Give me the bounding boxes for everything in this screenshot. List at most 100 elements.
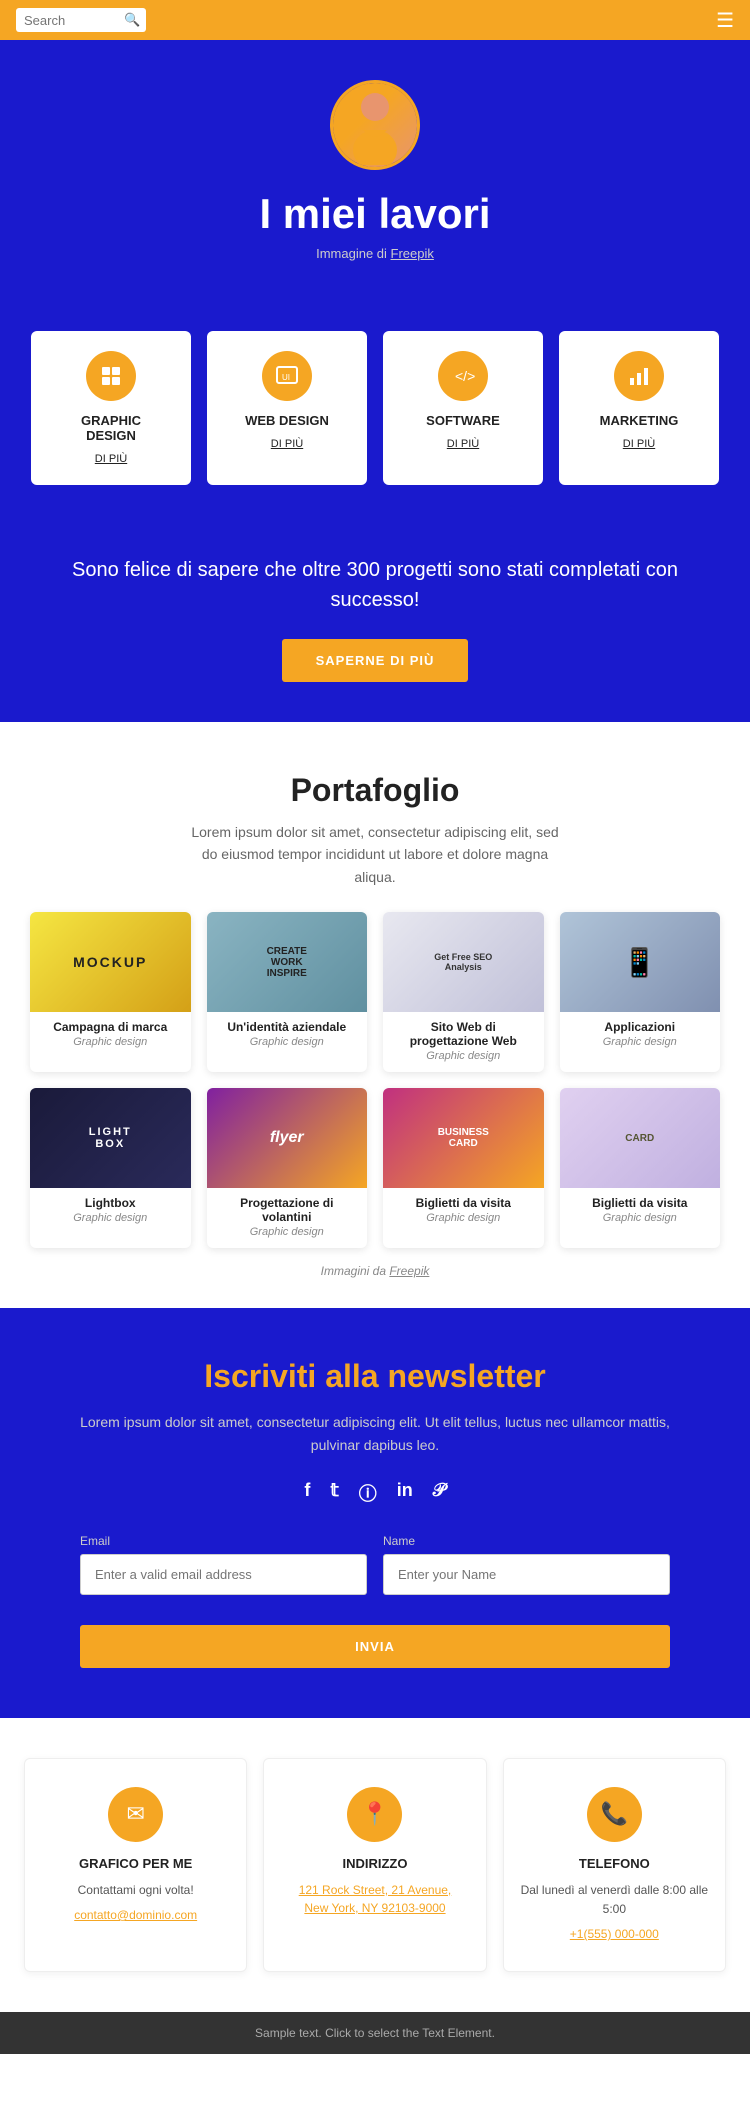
software-icon: </> [438,351,488,401]
newsletter-section: Iscriviti alla newsletter Lorem ipsum do… [0,1308,750,1718]
contact-email-text: Contattami ogni volta! [41,1881,230,1900]
hero-section: I miei lavori Immagine di Freepik [0,40,750,311]
avatar-image [333,83,417,167]
service-link-marketing[interactable]: DI PIÙ [575,438,703,450]
contact-email-link[interactable]: contatto@dominio.com [74,1908,197,1922]
portfolio-grid-row1: MOCKUP Campagna di marca Graphic design … [30,912,720,1072]
portfolio-item-3[interactable]: Get Free SEOAnalysis Sito Web di progett… [383,912,544,1072]
address-icon: 📍 [347,1787,402,1842]
name-group: Name [383,1534,670,1595]
portfolio-img-1: MOCKUP [30,912,191,1012]
contact-address-title: INDIRIZZO [280,1856,469,1871]
contact-section: ✉ GRAFICO PER ME Contattami ogni volta! … [0,1718,750,2012]
contact-email-title: GRAFICO PER ME [41,1856,230,1871]
web-design-icon: UI [262,351,312,401]
portfolio-title-2: Un'identità aziendale [207,1012,368,1036]
portfolio-item-8[interactable]: CARD Biglietti da visita Graphic design [560,1088,721,1248]
service-title-marketing: MARKETING [575,413,703,428]
twitter-icon[interactable]: 𝕥 [330,1480,338,1506]
portfolio-item-7[interactable]: BUSINESSCARD Biglietti da visita Graphic… [383,1088,544,1248]
service-card-graphic: GRAPHICDESIGN DI PIÙ [31,331,191,485]
name-input[interactable] [383,1554,670,1595]
portfolio-credit: Immagini da Freepik [30,1264,720,1278]
svg-text:UI: UI [282,373,290,382]
hero-subtitle: Immagine di Freepik [20,246,730,261]
newsletter-form: Email Name [80,1534,670,1595]
stats-section: Sono felice di sapere che oltre 300 prog… [0,525,750,722]
portfolio-img-3: Get Free SEOAnalysis [383,912,544,1012]
portfolio-title-7: Biglietti da visita [383,1188,544,1212]
contact-phone-title: TELEFONO [520,1856,709,1871]
linkedin-icon[interactable]: in [397,1480,413,1506]
svg-text:</>: </> [455,368,475,384]
portfolio-title-5: Lightbox [30,1188,191,1212]
email-input[interactable] [80,1554,367,1595]
portfolio-description: Lorem ipsum dolor sit amet, consectetur … [185,821,565,888]
footer-text: Sample text. Click to select the Text El… [255,2026,495,2040]
newsletter-title: Iscriviti alla newsletter [80,1358,670,1395]
service-link-graphic[interactable]: DI PIÙ [47,453,175,465]
contact-address-link[interactable]: 121 Rock Street, 21 Avenue,New York, NY … [299,1883,452,1915]
stats-text: Sono felice di sapere che oltre 300 prog… [60,555,690,615]
email-contact-icon: ✉ [108,1787,163,1842]
submit-button[interactable]: INVIA [80,1625,670,1668]
portfolio-title-8: Biglietti da visita [560,1188,721,1212]
service-card-web: UI WEB DESIGN DI PIÙ [207,331,367,485]
portfolio-subtitle-3: Graphic design [383,1050,544,1072]
search-box[interactable]: 🔍 [16,8,146,32]
portfolio-img-8: CARD [560,1088,721,1188]
freepik-portfolio-link[interactable]: Freepik [389,1264,429,1278]
name-label: Name [383,1534,670,1548]
portfolio-title-3: Sito Web di progettazione Web [383,1012,544,1050]
hero-title: I miei lavori [20,190,730,238]
graphic-design-icon [86,351,136,401]
service-card-software: </> SOFTWARE DI PIÙ [383,331,543,485]
contact-card-phone: 📞 TELEFONO Dal lunedì al venerdì dalle 8… [503,1758,726,1972]
portfolio-subtitle-5: Graphic design [30,1212,191,1234]
facebook-icon[interactable]: f [304,1480,310,1506]
service-title-software: SOFTWARE [399,413,527,428]
service-card-marketing: MARKETING DI PIÙ [559,331,719,485]
portfolio-title-1: Campagna di marca [30,1012,191,1036]
contact-card-address: 📍 INDIRIZZO 121 Rock Street, 21 Avenue,N… [263,1758,486,1972]
portfolio-item-1[interactable]: MOCKUP Campagna di marca Graphic design [30,912,191,1072]
portfolio-subtitle-7: Graphic design [383,1212,544,1234]
portfolio-item-6[interactable]: flyer Progettazione di volantini Graphic… [207,1088,368,1248]
service-link-software[interactable]: DI PIÙ [399,438,527,450]
email-group: Email [80,1534,367,1595]
portfolio-item-5[interactable]: LIGHTBOX Lightbox Graphic design [30,1088,191,1248]
pinterest-icon[interactable]: 𝒫 [433,1480,446,1506]
freepik-link[interactable]: Freepik [391,246,434,261]
avatar [330,80,420,170]
newsletter-description: Lorem ipsum dolor sit amet, consectetur … [80,1411,670,1456]
email-label: Email [80,1534,367,1548]
contact-phone-text: Dal lunedì al venerdì dalle 8:00 alle 5:… [520,1881,709,1919]
portfolio-title-6: Progettazione di volantini [207,1188,368,1226]
portfolio-item-4[interactable]: 📱 Applicazioni Graphic design [560,912,721,1072]
service-title-graphic: GRAPHICDESIGN [47,413,175,443]
hamburger-menu[interactable]: ☰ [716,8,734,33]
service-title-web: WEB DESIGN [223,413,351,428]
search-input[interactable] [24,13,124,28]
portfolio-subtitle-6: Graphic design [207,1226,368,1248]
portfolio-title-4: Applicazioni [560,1012,721,1036]
portfolio-img-4: 📱 [560,912,721,1012]
portfolio-subtitle-8: Graphic design [560,1212,721,1234]
instagram-icon[interactable]: ⓘ [359,1480,377,1506]
portfolio-section: Portafoglio Lorem ipsum dolor sit amet, … [0,722,750,1308]
service-link-web[interactable]: DI PIÙ [223,438,351,450]
portfolio-item-2[interactable]: CREATEWORKINSPIRE Un'identità aziendale … [207,912,368,1072]
services-section: GRAPHICDESIGN DI PIÙ UI WEB DESIGN DI PI… [0,311,750,525]
portfolio-title: Portafoglio [30,772,720,809]
portfolio-img-2: CREATEWORKINSPIRE [207,912,368,1012]
phone-icon: 📞 [587,1787,642,1842]
search-icon: 🔍 [124,12,140,28]
social-icons: f 𝕥 ⓘ in 𝒫 [80,1480,670,1506]
portfolio-img-5: LIGHTBOX [30,1088,191,1188]
portfolio-grid-row2: LIGHTBOX Lightbox Graphic design flyer P… [30,1088,720,1248]
stats-button[interactable]: SAPERNE DI PIÙ [282,639,469,682]
contact-phone-link[interactable]: +1(555) 000-000 [570,1927,659,1941]
contact-card-email: ✉ GRAFICO PER ME Contattami ogni volta! … [24,1758,247,1972]
header: 🔍 ☰ [0,0,750,40]
marketing-icon [614,351,664,401]
